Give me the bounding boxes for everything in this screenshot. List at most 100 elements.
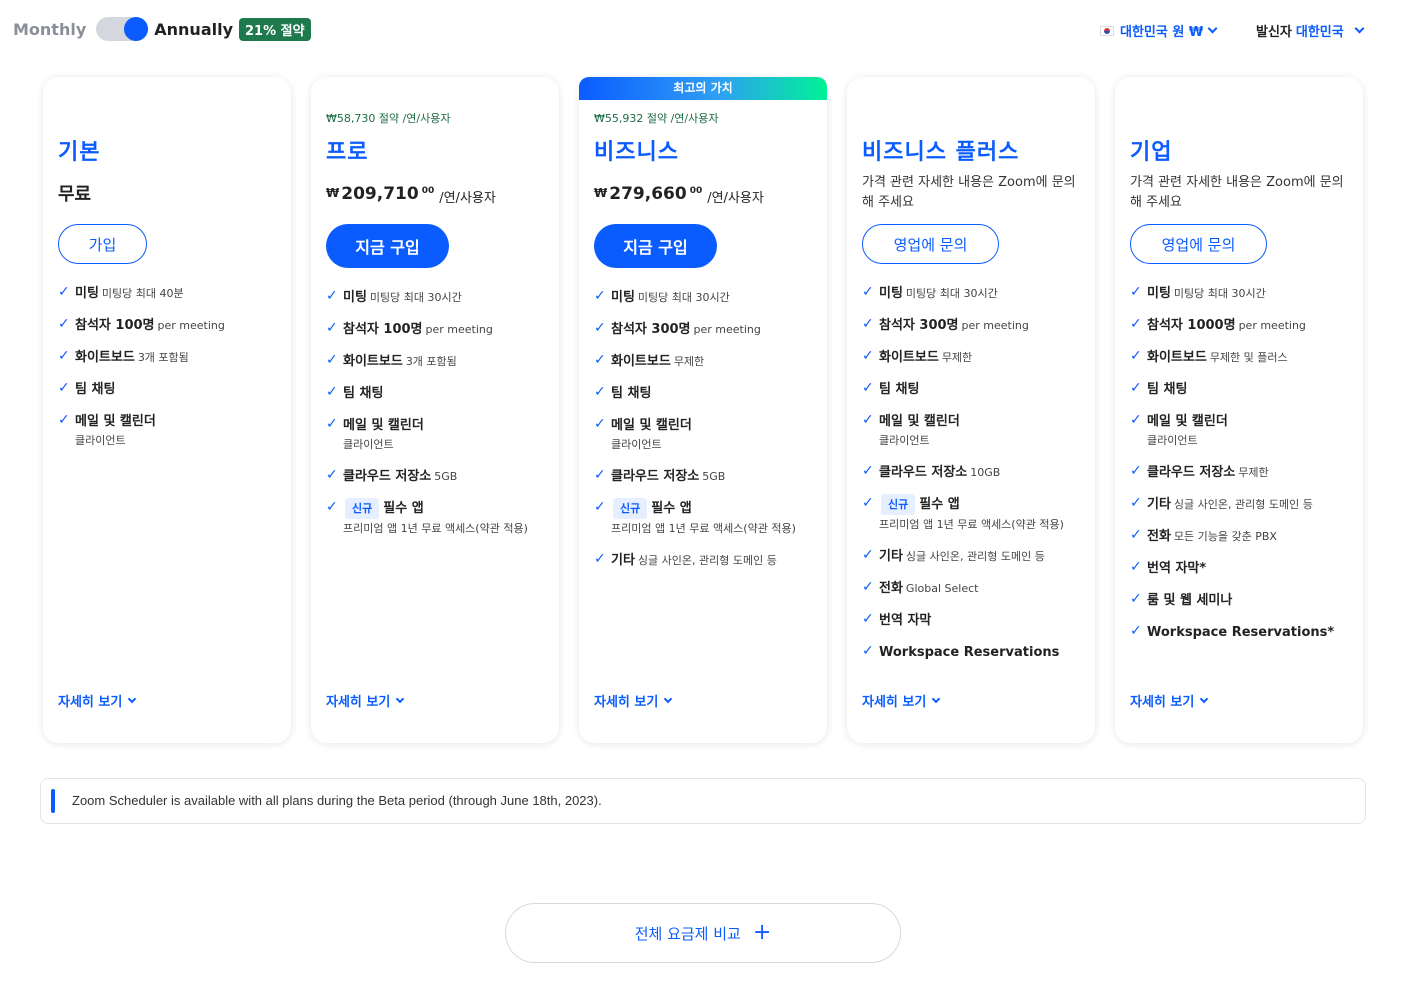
feature-item: ✓ 기타 싱글 사인온, 관리형 도메인 등 [862, 547, 1045, 564]
monthly-label[interactable]: Monthly [13, 20, 86, 39]
korea-flag-icon [1100, 25, 1114, 36]
check-icon: ✓ [862, 547, 874, 563]
see-more-link[interactable]: 자세히 보기 [862, 691, 941, 710]
feature-item: ✓ Workspace Reservations* [1130, 623, 1335, 640]
feature-item: ✓ 화이트보드 무제한 및 플러스 [1130, 348, 1288, 365]
toggle-knob [124, 17, 149, 41]
check-icon: ✓ [594, 467, 606, 483]
feature-item: ✓ 참석자 100명 per meeting [326, 320, 493, 337]
currency-label: 대한민국 원 ₩ [1120, 25, 1204, 40]
buy-now-button[interactable]: 지금 구입 [594, 224, 717, 268]
chevron-down-icon [1207, 23, 1218, 34]
best-value-ribbon: 최고의 가치 [579, 77, 827, 100]
check-icon: ✓ [1130, 316, 1142, 332]
country-selector[interactable]: 발신자 대한민국 [1256, 21, 1365, 40]
feature-item: ✓ 팀 채팅 [1130, 380, 1188, 397]
plan-card-pro: ₩58,730 절약 /연/사용자 프로 ₩ 209,710 00 /연/사용자… [311, 77, 559, 743]
feature-item: ✓ 메일 및 캘린더 클라이언트 [862, 412, 960, 447]
contact-sales-button[interactable]: 영업에 문의 [1130, 224, 1267, 264]
save-badge: 21% 절약 [239, 17, 311, 41]
feature-item: ✓ 클라우드 저장소 5GB [326, 467, 458, 484]
compare-all-plans-button[interactable]: 전체 요금제 비교 + [505, 903, 901, 963]
feature-item: ✓ 전화 모든 기능을 갖춘 PBX [1130, 527, 1277, 544]
see-more-link[interactable]: 자세히 보기 [594, 691, 673, 710]
feature-item: ✓ Workspace Reservations [862, 643, 1060, 660]
chevron-down-icon [1354, 23, 1365, 34]
see-more-link[interactable]: 자세히 보기 [326, 691, 405, 710]
contact-sales-button[interactable]: 영업에 문의 [862, 224, 999, 264]
feature-item: ✓ 미팅 미팅당 최대 40분 [58, 284, 184, 301]
check-icon: ✓ [326, 467, 338, 483]
check-icon: ✓ [58, 380, 70, 396]
feature-item: ✓ 메일 및 캘린더 클라이언트 [326, 416, 424, 451]
feature-item: ✓ 신규 필수 앱 프리미엄 앱 1년 무료 액세스(약관 적용) [862, 494, 1064, 531]
feature-item: ✓ 팀 채팅 [862, 380, 920, 397]
check-icon: ✓ [58, 348, 70, 364]
feature-list: ✓ 미팅 미팅당 최대 30시간 ✓ 참석자 1000명 per meeting ✓ 화이… [1130, 282, 1355, 653]
notice-text: Zoom Scheduler is available with all pla… [72, 793, 602, 808]
check-icon: ✓ [862, 579, 874, 595]
check-icon: ✓ [326, 352, 338, 368]
plan-name: 기업 [1130, 140, 1173, 165]
feature-item: ✓ 화이트보드 무제한 [594, 352, 705, 369]
check-icon: ✓ [862, 495, 874, 511]
buy-now-button[interactable]: 지금 구입 [326, 224, 449, 268]
feature-item: ✓ 클라우드 저장소 10GB [862, 463, 1001, 480]
annually-label[interactable]: Annually [154, 20, 233, 39]
check-icon: ✓ [862, 284, 874, 300]
check-icon: ✓ [326, 499, 338, 515]
check-icon: ✓ [1130, 591, 1142, 607]
feature-item: ✓ 미팅 미팅당 최대 30시간 [326, 288, 462, 305]
feature-list: ✓ 미팅 미팅당 최대 30시간 ✓ 참석자 100명 per meeting ✓ 화이트… [326, 286, 551, 549]
check-icon: ✓ [594, 288, 606, 304]
feature-item: ✓ 메일 및 캘린더 클라이언트 [58, 412, 156, 447]
feature-item: ✓ 미팅 미팅당 최대 30시간 [594, 288, 730, 305]
feature-item: ✓ 화이트보드 3개 포함됨 [326, 352, 457, 369]
check-icon: ✓ [326, 320, 338, 336]
check-icon: ✓ [58, 316, 70, 332]
check-icon: ✓ [594, 551, 606, 567]
currency-selector[interactable]: 대한민국 원 ₩ [1100, 21, 1218, 40]
saving-text: ₩55,932 절약 /연/사용자 [594, 112, 719, 125]
feature-item: ✓ 참석자 100명 per meeting [58, 316, 225, 333]
see-more-link[interactable]: 자세히 보기 [1130, 691, 1209, 710]
notice-accent-bar [51, 789, 55, 813]
plan-name: 비즈니스 [594, 140, 679, 165]
feature-item: ✓ 전화 Global Select [862, 579, 979, 596]
chevron-down-icon [932, 694, 941, 704]
plan-price: ₩ 279,660 00 /연/사용자 [594, 184, 764, 206]
see-more-link[interactable]: 자세히 보기 [58, 691, 137, 710]
check-icon: ✓ [594, 352, 606, 368]
check-icon: ✓ [1130, 380, 1142, 396]
check-icon: ✓ [1130, 527, 1142, 543]
sender-label: 발신자 [1256, 25, 1292, 40]
check-icon: ✓ [862, 611, 874, 627]
feature-item: ✓ 클라우드 저장소 5GB [594, 467, 726, 484]
feature-item: ✓ 번역 자막* [1130, 559, 1207, 576]
new-badge: 신규 [613, 498, 648, 519]
feature-item: ✓ 참석자 300명 per meeting [862, 316, 1029, 333]
plan-price: 무료 [58, 184, 92, 205]
chevron-down-icon [128, 694, 137, 704]
check-icon: ✓ [862, 643, 874, 659]
check-icon: ✓ [1130, 284, 1142, 300]
check-icon: ✓ [862, 348, 874, 364]
chevron-down-icon [396, 694, 405, 704]
feature-item: ✓ 화이트보드 3개 포함됨 [58, 348, 189, 365]
signup-button[interactable]: 가입 [58, 224, 147, 264]
feature-item: ✓ 룸 및 웹 세미나 [1130, 591, 1233, 608]
plan-card-enterprise: 기업 가격 관련 자세한 내용은 Zoom에 문의해 주세요 영업에 문의 ✓ 미… [1115, 77, 1363, 743]
check-icon: ✓ [594, 320, 606, 336]
feature-item: ✓ 팀 채팅 [594, 384, 652, 401]
check-icon: ✓ [1130, 559, 1142, 575]
feature-item: ✓ 기타 싱글 사인온, 관리형 도메인 등 [1130, 495, 1313, 512]
billing-toggle[interactable] [96, 17, 149, 41]
check-icon: ✓ [1130, 623, 1142, 639]
sender-value: 대한민국 [1295, 25, 1344, 40]
feature-item: ✓ 미팅 미팅당 최대 30시간 [1130, 284, 1266, 301]
check-icon: ✓ [1130, 463, 1142, 479]
feature-item: ✓ 팀 채팅 [326, 384, 384, 401]
check-icon: ✓ [594, 416, 606, 432]
plan-name: 기본 [58, 140, 101, 165]
feature-item: ✓ 메일 및 캘린더 클라이언트 [1130, 412, 1228, 447]
